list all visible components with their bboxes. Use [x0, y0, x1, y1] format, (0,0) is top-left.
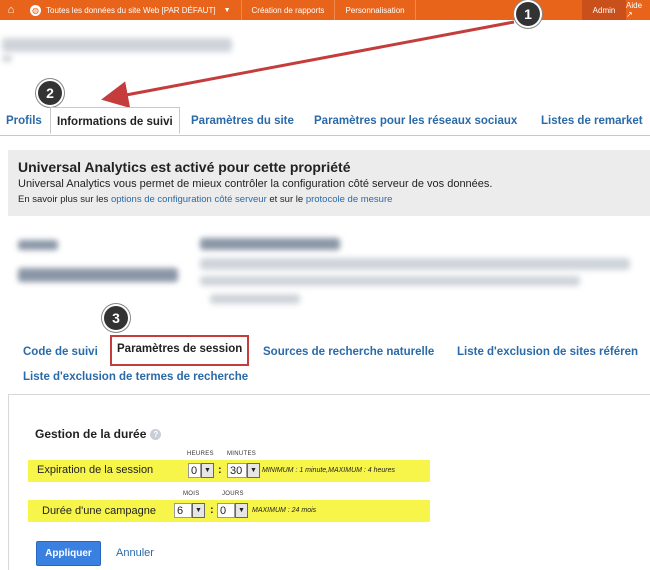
redacted-tracking-label: [18, 240, 58, 250]
tab-tracking-info[interactable]: Informations de suivi: [50, 107, 180, 134]
redacted-status-label: [200, 238, 340, 250]
measurement-protocol-link[interactable]: protocole de mesure: [306, 194, 393, 205]
universal-analytics-notice: Universal Analytics est activé pour cett…: [8, 150, 650, 216]
subtab-tracking-code[interactable]: Code de suivi: [23, 346, 98, 358]
notice-prefix: En savoir plus sur les: [18, 194, 111, 205]
step-badge-1: 1: [516, 2, 540, 26]
campaign-limits-note: MAXIMUM : 24 mois: [252, 507, 317, 514]
session-expiration-label: Expiration de la session: [37, 464, 154, 476]
months-label: MOIS: [183, 491, 200, 497]
duration-section-title: Gestion de la durée?: [35, 427, 162, 441]
notice-mid: et sur le: [266, 194, 306, 205]
days-select[interactable]: 0: [217, 503, 235, 518]
session-limits-note: MINIMUM : 1 minute,MAXIMUM : 4 heures: [262, 467, 396, 474]
months-dropdown-icon[interactable]: ▼: [192, 503, 205, 518]
duration-title-text: Gestion de la durée: [35, 427, 147, 441]
minutes-select[interactable]: 30: [227, 463, 247, 478]
step-badge-2: 2: [38, 81, 62, 105]
hours-label: HEURES: [187, 451, 214, 457]
tab-remarketing-lists[interactable]: Listes de remarket: [541, 115, 643, 127]
minutes-dropdown-icon[interactable]: ▼: [247, 463, 260, 478]
property-tabs: Profils Informations de suivi Paramètres…: [0, 107, 650, 136]
subtab-session-settings[interactable]: Paramètres de session: [109, 335, 250, 366]
subtab-search-term-exclusion[interactable]: Liste d'exclusion de termes de recherche: [23, 371, 248, 383]
hours-select[interactable]: 0: [188, 463, 201, 478]
notice-learn-more: En savoir plus sur les options de config…: [18, 194, 392, 205]
session-settings-panel: [8, 394, 650, 570]
time-separator: :: [218, 464, 222, 476]
minutes-label: MINUTES: [227, 451, 257, 457]
tab-social-settings[interactable]: Paramètres pour les réseaux sociaux: [314, 115, 517, 127]
server-config-link[interactable]: options de configuration côté serveur: [111, 194, 267, 205]
redacted-status-line-3: [210, 294, 300, 304]
cancel-link[interactable]: Annuler: [116, 547, 154, 559]
apply-button[interactable]: Appliquer: [36, 541, 101, 566]
hours-dropdown-icon[interactable]: ▼: [201, 463, 214, 478]
days-label: JOURS: [222, 491, 244, 497]
campaign-duration-label: Durée d'une campagne: [42, 505, 157, 517]
tab-site-settings[interactable]: Paramètres du site: [191, 115, 294, 127]
redacted-status-line-2: [200, 276, 580, 286]
months-select[interactable]: 6: [174, 503, 192, 518]
tab-profiles[interactable]: Profils: [6, 115, 42, 127]
redacted-status-line-1: [200, 258, 630, 270]
help-icon[interactable]: ?: [150, 429, 162, 440]
redacted-tracking-id: [18, 268, 178, 282]
days-dropdown-icon[interactable]: ▼: [235, 503, 248, 518]
notice-description: Universal Analytics vous permet de mieux…: [18, 178, 493, 190]
subtab-organic-sources[interactable]: Sources de recherche naturelle: [263, 346, 434, 358]
notice-title: Universal Analytics est activé pour cett…: [18, 159, 351, 175]
subtab-referral-exclusion[interactable]: Liste d'exclusion de sites référen: [457, 346, 638, 358]
step-badge-3: 3: [104, 306, 128, 330]
duration-separator: :: [210, 504, 214, 516]
